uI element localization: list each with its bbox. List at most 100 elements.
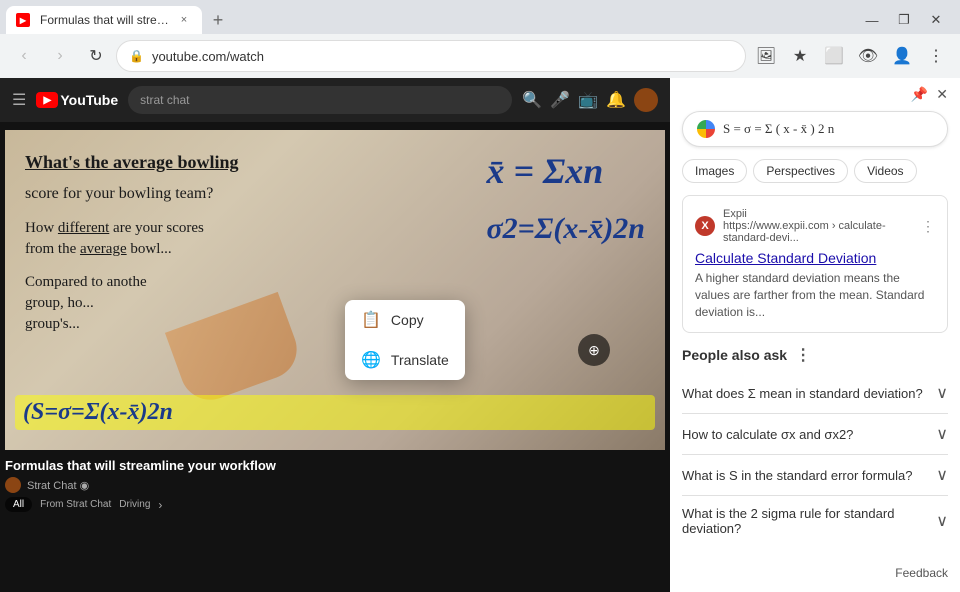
address-text: youtube.com/watch <box>152 49 733 64</box>
paa-item-label-0: What does Σ mean in standard deviation? <box>682 386 923 401</box>
video-text-line-5: Compared to anothe <box>25 272 285 293</box>
forward-button[interactable]: › <box>44 40 76 72</box>
main-content: ☰ ▶ YouTube strat chat 🔍 🎤 📺 🔔 What's <box>0 78 960 592</box>
context-menu-copy-label: Copy <box>391 312 424 328</box>
close-panel-icon[interactable]: ✕ <box>936 86 948 103</box>
menu-icon[interactable]: ⋮ <box>920 40 952 72</box>
people-also-ask: People also ask ⋮ What does Σ mean in st… <box>682 345 948 546</box>
tab-title: Formulas that will streamline <box>40 13 170 27</box>
meta-badge-all: All <box>5 497 32 512</box>
search-result-card: X Expii https://www.expii.com › calculat… <box>682 195 948 333</box>
paa-item-label-1: How to calculate σx and σx2? <box>682 427 853 442</box>
context-menu-copy[interactable]: 📋 Copy <box>345 300 465 340</box>
youtube-side: ☰ ▶ YouTube strat chat 🔍 🎤 📺 🔔 What's <box>0 78 670 592</box>
yt-menu-icon[interactable]: ☰ <box>12 90 26 110</box>
feedback-label: Feedback <box>895 566 948 580</box>
screen-capture-icon[interactable]: ⊕ <box>578 334 610 366</box>
filter-videos[interactable]: Videos <box>854 159 916 183</box>
minimize-button[interactable]: — <box>858 10 886 30</box>
filter-perspectives[interactable]: Perspectives <box>753 159 848 183</box>
result-favicon: X <box>695 216 715 236</box>
tab-favicon: ▶ <box>16 13 30 27</box>
feedback-bar[interactable]: Feedback <box>670 558 960 588</box>
channel-avatar <box>5 477 21 493</box>
new-tab-button[interactable]: + <box>204 6 232 34</box>
result-snippet: A higher standard deviation means the va… <box>695 270 935 320</box>
close-button[interactable]: ✕ <box>922 10 950 30</box>
search-filters: Images Perspectives Videos <box>670 159 960 195</box>
paa-item-1[interactable]: How to calculate σx and σx2? ∨ <box>682 414 948 455</box>
video-text-line-4: from the average bowl... <box>25 239 285 260</box>
yt-avatar[interactable] <box>634 88 658 112</box>
filter-images[interactable]: Images <box>682 159 747 183</box>
paa-title: People also ask <box>682 347 787 363</box>
paa-item-label-3: What is the 2 sigma rule for standard de… <box>682 506 936 536</box>
video-meta-bar: All From Strat Chat Driving › <box>0 493 670 516</box>
paa-item-2[interactable]: What is S in the standard error formula?… <box>682 455 948 496</box>
yt-notification-icon[interactable]: 🔔 <box>606 90 626 110</box>
tab-bar: ▶ Formulas that will streamline × + — ❐ … <box>0 0 960 34</box>
side-panel-header: 📌 ✕ <box>670 78 960 111</box>
back-button[interactable]: ‹ <box>8 40 40 72</box>
bookmark-icon[interactable]: ★ <box>784 40 816 72</box>
browser-chrome: ▶ Formulas that will streamline × + — ❐ … <box>0 0 960 78</box>
result-card-header: X Expii https://www.expii.com › calculat… <box>695 208 935 244</box>
paa-item-3[interactable]: What is the 2 sigma rule for standard de… <box>682 496 948 546</box>
profile-icon[interactable]: 👤 <box>886 40 918 72</box>
search-query-text: S = σ = Σ ( x - x̄ ) 2 n <box>723 121 834 137</box>
highlighted-formula: (S=σ=Σ(x-x̄)2n <box>15 395 655 430</box>
reload-button[interactable]: ↻ <box>80 40 112 72</box>
context-menu-translate[interactable]: 🌐 Translate <box>345 340 465 380</box>
youtube-topbar: ☰ ▶ YouTube strat chat 🔍 🎤 📺 🔔 <box>0 78 670 122</box>
youtube-logo-text: YouTube <box>60 92 118 108</box>
result-menu-icon[interactable]: ⋮ <box>921 218 935 235</box>
screenshot-icon[interactable]: 🖼 <box>750 40 782 72</box>
video-text-line-1: What's the average bowling <box>25 150 285 175</box>
video-text-line-2: score for your bowling team? <box>25 183 285 205</box>
math-formula-2: σ2=Σ(x-x̄)2n <box>487 212 646 246</box>
video-text-line-3: How different are your scores <box>25 218 285 239</box>
security-icon: 🔒 <box>129 49 144 63</box>
meta-arrow-icon[interactable]: › <box>158 498 162 512</box>
video-background: What's the average bowling score for you… <box>5 130 665 450</box>
yt-search-icon[interactable]: 🔍 <box>522 90 542 110</box>
nav-right-buttons: 🖼 ★ ⬜ 👁 👤 ⋮ <box>750 40 952 72</box>
result-domain-url: https://www.expii.com › calculate-standa… <box>723 220 913 244</box>
pin-icon[interactable]: 📌 <box>911 86 928 103</box>
paa-header: People also ask ⋮ <box>682 345 948 365</box>
yt-cast-icon[interactable]: 📺 <box>578 90 598 110</box>
meta-source: From Strat Chat <box>40 499 111 510</box>
video-title: Formulas that will streamline your workf… <box>5 458 665 473</box>
yt-right-icons: 🔍 🎤 📺 🔔 <box>522 88 658 112</box>
youtube-search-bar[interactable]: strat chat <box>128 86 512 114</box>
youtube-search-text: strat chat <box>140 93 189 107</box>
yt-mic-icon[interactable]: 🎤 <box>550 90 570 110</box>
active-tab[interactable]: ▶ Formulas that will streamline × <box>6 6 202 34</box>
paa-chevron-0: ∨ <box>936 383 948 403</box>
search-query-bar[interactable]: S = σ = Σ ( x - x̄ ) 2 n <box>682 111 948 147</box>
address-bar[interactable]: 🔒 youtube.com/watch <box>116 40 746 72</box>
paa-item-label-2: What is S in the standard error formula? <box>682 468 913 483</box>
lens-icon[interactable]: 👁 <box>852 40 884 72</box>
google-side-panel: 📌 ✕ S = σ = Σ ( x - x̄ ) 2 n Images Pers… <box>670 78 960 592</box>
google-logo <box>697 120 715 138</box>
result-domain-name: Expii <box>723 208 913 220</box>
paa-chevron-1: ∨ <box>936 424 948 444</box>
translate-icon: 🌐 <box>361 350 381 370</box>
context-menu-translate-label: Translate <box>391 352 449 368</box>
tab-close-button[interactable]: × <box>176 12 192 28</box>
copy-icon: 📋 <box>361 310 381 330</box>
result-title[interactable]: Calculate Standard Deviation <box>695 250 935 266</box>
extensions-icon[interactable]: ⬜ <box>818 40 850 72</box>
math-formula-1: x̄ = Σxn <box>487 150 646 192</box>
youtube-logo-icon: ▶ <box>36 92 58 108</box>
window-controls: — ❐ ✕ <box>858 10 954 30</box>
paa-chevron-3: ∨ <box>936 511 948 531</box>
maximize-button[interactable]: ❐ <box>890 10 918 30</box>
video-container: What's the average bowling score for you… <box>5 130 665 450</box>
paa-item-0[interactable]: What does Σ mean in standard deviation? … <box>682 373 948 414</box>
paa-menu-icon[interactable]: ⋮ <box>795 345 811 365</box>
youtube-logo: ▶ YouTube <box>36 92 118 108</box>
nav-bar: ‹ › ↻ 🔒 youtube.com/watch 🖼 ★ ⬜ 👁 👤 ⋮ <box>0 34 960 78</box>
video-channel: Strat Chat ◉ <box>5 477 665 493</box>
